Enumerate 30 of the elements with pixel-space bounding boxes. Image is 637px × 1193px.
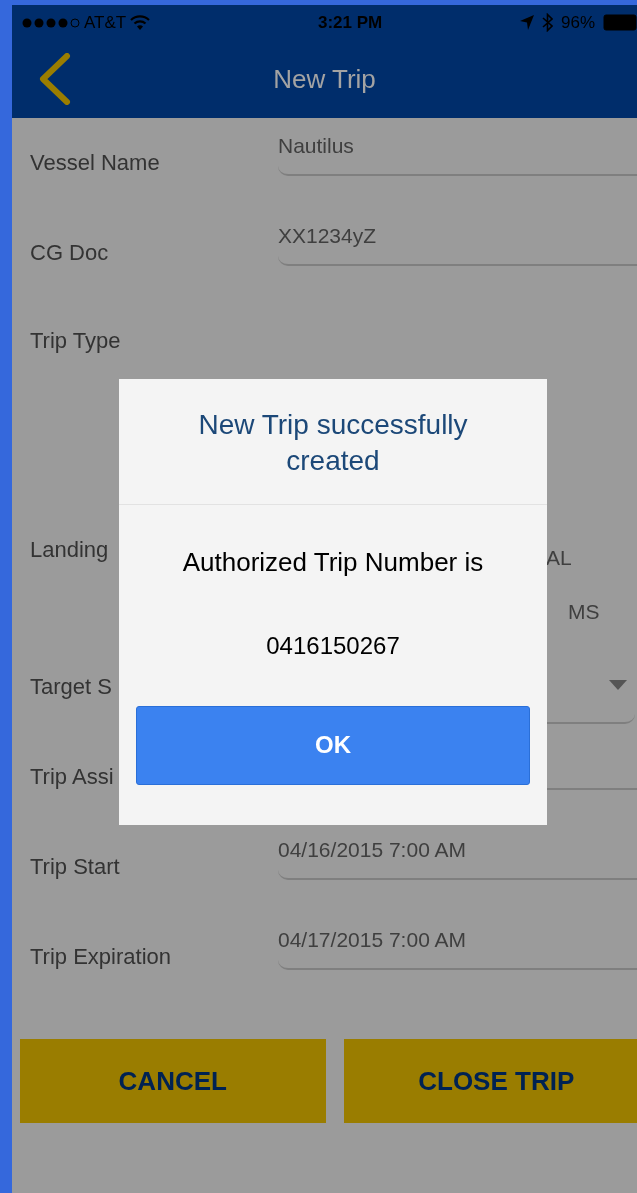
field-label: Vessel Name <box>30 150 160 175</box>
input-field[interactable]: XX1234yZ <box>278 208 637 266</box>
battery-icon <box>603 14 637 31</box>
status-time: 3:21 PM <box>316 11 384 34</box>
dialog-message: Authorized Trip Number is <box>181 545 485 579</box>
action-button[interactable]: CLOSE TRIP <box>343 1039 637 1123</box>
dropdown-arrow-icon <box>609 680 627 690</box>
location-arrow-icon <box>519 15 534 30</box>
field-label: Trip Start <box>30 854 120 879</box>
dialog-title: New Trip successfully created <box>197 408 469 479</box>
action-button[interactable]: CANCEL <box>20 1039 326 1123</box>
field-label: Target S <box>30 674 112 699</box>
back-chevron-icon[interactable] <box>38 53 72 105</box>
field-value-fragment: AL <box>546 545 572 571</box>
carrier-name: AT&T <box>84 11 127 34</box>
wifi-icon <box>130 15 151 30</box>
input-field[interactable]: Nautilus <box>278 118 637 176</box>
input-field[interactable]: 04/17/2015 7:00 AM <box>278 912 637 970</box>
field-label: Trip Type <box>30 328 121 353</box>
trip-number: 0416150267 <box>265 630 401 661</box>
field-value-fragment: MS <box>568 599 600 625</box>
field-label: Trip Assi <box>30 764 114 789</box>
field-label: CG Doc <box>30 240 109 265</box>
field-label: Landing <box>30 537 109 562</box>
battery-percent: 96% <box>560 11 595 34</box>
screen-title: New Trip <box>273 62 376 96</box>
field-label: Trip Expiration <box>30 944 171 969</box>
ok-button[interactable]: OK <box>136 705 530 785</box>
signal-icon <box>22 15 80 30</box>
bluetooth-icon <box>541 13 553 32</box>
